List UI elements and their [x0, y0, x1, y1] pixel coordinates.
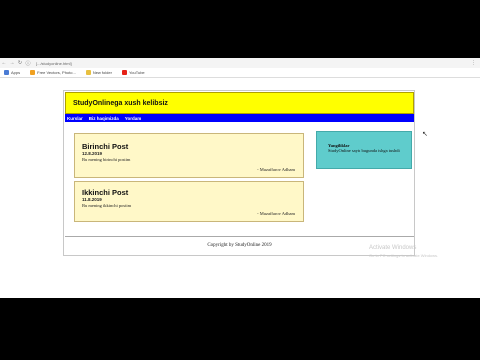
- menu-icon[interactable]: ⋮: [471, 60, 476, 66]
- site-header: StudyOnlinega xush kelibsiz: [65, 92, 414, 114]
- post-date: 11.8.2019: [82, 197, 102, 202]
- youtube-icon: [121, 70, 127, 75]
- post-card: Birinchi Post 12.8.2019 Bu mening birinc…: [74, 133, 304, 178]
- bookmark-free-vectors[interactable]: Free Vectors, Photo...: [30, 70, 76, 75]
- apps-icon: [4, 70, 9, 75]
- nav-link-kurslar[interactable]: Kurslar: [67, 116, 83, 121]
- post-author: - Muzaffarov Adham: [257, 211, 295, 216]
- watermark-subtitle: Go to PC settings to activate Windows.: [369, 253, 439, 258]
- copyright-text: Copyright by StudyOnline 2019: [207, 243, 272, 248]
- post-card: Ikkinchi Post 11.8.2019 Bu mening ikkinc…: [74, 181, 304, 222]
- post-author: - Muzaffarov Adham: [257, 167, 295, 172]
- watermark-title: Activate Windows: [369, 245, 417, 251]
- post-text: Bu mening ikkinchi postim: [82, 203, 132, 208]
- reload-icon[interactable]: ↻: [16, 60, 24, 66]
- post-date: 12.8.2019: [82, 151, 103, 156]
- post-title: Ikkinchi Post: [82, 188, 129, 197]
- bookmark-youtube[interactable]: YouTube: [121, 70, 145, 75]
- post-title: Birinchi Post: [82, 142, 129, 151]
- back-icon[interactable]: ←: [0, 60, 8, 66]
- address-bar-row: ← → ↻ ⓘ [.../studyonline.html] ⋮: [0, 58, 480, 68]
- activate-windows-watermark: Activate Windows Go to PC settings to ac…: [369, 245, 438, 258]
- freepik-icon: [30, 70, 36, 75]
- url-field[interactable]: [.../studyonline.html]: [36, 61, 72, 66]
- site-navbar: Kurslar Biz haqimizda Yordam: [65, 114, 414, 122]
- nav-link-yordam[interactable]: Yordam: [125, 116, 141, 121]
- info-icon[interactable]: ⓘ: [24, 60, 32, 67]
- mouse-cursor-icon: ↖: [422, 131, 428, 138]
- bookmarks-bar: Apps Free Vectors, Photo... New folder Y…: [0, 68, 480, 78]
- post-text: Bu mening birinchi postim: [82, 157, 131, 162]
- page-title: StudyOnlinega xush kelibsiz: [73, 100, 168, 107]
- news-text: StudyOnline saytı bugundа ishga tushdi: [328, 148, 400, 153]
- folder-icon: [85, 70, 91, 75]
- bookmark-apps[interactable]: Apps: [4, 70, 20, 75]
- bookmark-new-folder[interactable]: New folder: [85, 70, 112, 75]
- site-footer: Copyright by StudyOnline 2019: [65, 236, 414, 255]
- forward-icon[interactable]: →: [8, 60, 16, 66]
- news-sidebar: Yangiliklar StudyOnline saytı bugundа is…: [316, 131, 412, 169]
- page-container: StudyOnlinega xush kelibsiz Kurslar Biz …: [63, 90, 415, 256]
- nav-link-biz-haqimizda[interactable]: Biz haqimizda: [89, 116, 119, 121]
